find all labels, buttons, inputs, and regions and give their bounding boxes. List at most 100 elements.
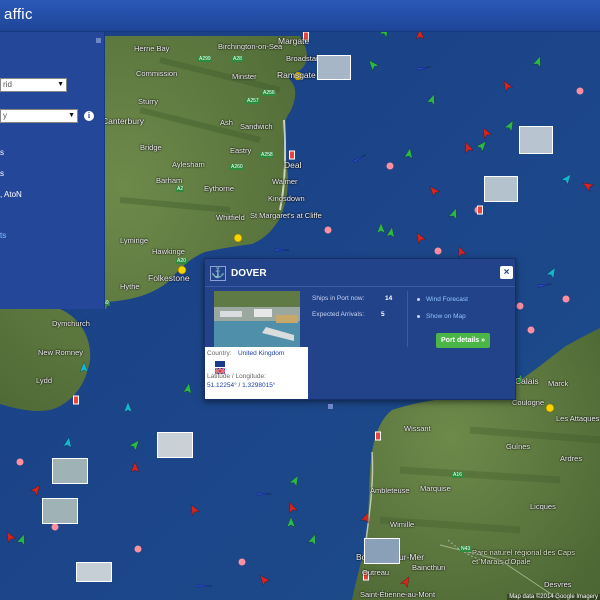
- chevron-down-icon: ▼: [57, 81, 64, 88]
- port-location-card: Country: United Kingdom Latitude / Longi…: [205, 347, 308, 399]
- buoy-marker[interactable]: [134, 545, 142, 553]
- ship-photo-thumbnail[interactable]: [52, 458, 88, 484]
- filter-select[interactable]: y ▼: [0, 109, 78, 123]
- uk-flag-icon: [214, 361, 226, 375]
- town-label: Ash: [220, 118, 233, 127]
- filter-item[interactable]: , AtoN: [0, 190, 22, 199]
- filter-select-value: y: [3, 111, 7, 120]
- ship-photo-thumbnail[interactable]: [519, 126, 553, 154]
- road-label: A2: [176, 186, 185, 192]
- port-details-button[interactable]: Port details »: [436, 333, 490, 348]
- close-button[interactable]: ×: [500, 266, 513, 279]
- show-on-map-link[interactable]: Show on Map: [426, 313, 466, 320]
- town-label: Saint-Étienne-au-Mont: [360, 590, 436, 599]
- town-label: Desvres: [544, 580, 572, 589]
- buoy-marker[interactable]: [51, 523, 59, 531]
- info-icon[interactable]: i: [84, 111, 94, 121]
- buoy-marker[interactable]: [324, 226, 332, 234]
- buoy-marker[interactable]: [434, 247, 442, 255]
- popup-header: ⚓ DOVER ×: [205, 259, 515, 287]
- town-label: Herne Bay: [134, 44, 170, 53]
- ship-photo-thumbnail[interactable]: [484, 176, 518, 202]
- lighthouse-marker[interactable]: [73, 395, 79, 405]
- town-label: Whitfield: [216, 213, 245, 222]
- town-label: Les Attaques: [556, 414, 600, 423]
- town-label: Sandwich: [240, 122, 273, 131]
- town-label: Marquise: [420, 484, 451, 493]
- layer-select-value: rid: [3, 80, 12, 89]
- town-label: Lyminge: [120, 236, 149, 245]
- road-label: A257: [246, 98, 260, 104]
- town-label: Barham: [156, 176, 183, 185]
- town-label: New Romney: [38, 348, 84, 357]
- town-label: Sturry: [138, 97, 159, 106]
- town-label: Minster: [232, 72, 257, 81]
- country-label: Country:: [207, 350, 232, 357]
- map-copyright: Map data ©2014 Google Imagery: [507, 594, 600, 600]
- buoy-marker[interactable]: [562, 295, 570, 303]
- buoy-marker[interactable]: [576, 87, 584, 95]
- ship-photo-thumbnail[interactable]: [76, 562, 112, 582]
- filter-item[interactable]: s: [0, 148, 4, 157]
- town-label: Birchington-on-Sea: [218, 42, 283, 51]
- town-label: Lydd: [36, 376, 52, 385]
- town-label: Ambleteuse: [370, 486, 410, 495]
- panel-collapse-icon[interactable]: [96, 38, 101, 43]
- town-label: Coulogne: [512, 398, 545, 407]
- town-label: Eythorne: [204, 184, 235, 193]
- buoy-marker[interactable]: [238, 558, 246, 566]
- buoy-marker[interactable]: [527, 326, 535, 334]
- town-label: Walmer: [272, 177, 298, 186]
- app-title: affic: [4, 6, 33, 23]
- town-label: Deal: [284, 160, 302, 170]
- filter-item[interactable]: s: [0, 169, 4, 178]
- popup-anchor-marker: [328, 404, 333, 409]
- bullet-icon: [417, 298, 420, 301]
- town-label: Canterbury: [102, 116, 145, 126]
- town-label: Baincthun: [412, 563, 446, 572]
- road-label: A260: [230, 164, 244, 170]
- latlon-label: Latitude / Longitude:: [207, 373, 266, 380]
- app-header: affic: [0, 0, 600, 32]
- ship-photo-thumbnail[interactable]: [317, 55, 351, 80]
- chevron-down-icon: ▼: [68, 112, 75, 119]
- port-marker[interactable]: [233, 233, 243, 243]
- town-label: Outreau: [362, 568, 390, 577]
- port-photo[interactable]: [214, 291, 300, 347]
- road-label: A16: [452, 472, 463, 478]
- town-label: Dymchurch: [52, 319, 90, 328]
- expected-arrivals-value: 5: [381, 311, 385, 318]
- road-label: A28: [232, 56, 243, 62]
- ship-photo-thumbnail[interactable]: [42, 498, 78, 524]
- ship-photo-thumbnail[interactable]: [157, 432, 193, 458]
- town-label: Wissant: [404, 424, 431, 433]
- layer-select[interactable]: rid ▼: [0, 78, 67, 92]
- buoy-marker[interactable]: [516, 302, 524, 310]
- filter-link[interactable]: ts: [0, 231, 6, 240]
- ship-photo-thumbnail[interactable]: [364, 538, 400, 564]
- latlon-value: 51.12254° / 1.3298015°: [207, 382, 276, 389]
- town-label: Folkestone: [148, 273, 190, 283]
- port-marker[interactable]: [545, 403, 555, 413]
- buoy-marker[interactable]: [16, 458, 24, 466]
- town-label: Hythe: [120, 282, 140, 291]
- town-label: Bridge: [140, 143, 162, 152]
- town-label: Ardres: [560, 454, 583, 463]
- expected-arrivals-label: Expected Arrivals:: [312, 311, 365, 318]
- lighthouse-marker[interactable]: [477, 205, 483, 215]
- town-label: Commission: [136, 69, 178, 78]
- country-value[interactable]: United Kingdom: [238, 350, 284, 357]
- town-label: Calais: [515, 376, 539, 386]
- popup-divider: [407, 291, 408, 347]
- lighthouse-marker[interactable]: [375, 431, 381, 441]
- town-label: Kingsdown: [268, 194, 305, 203]
- road-label: A20: [176, 258, 187, 264]
- town-label: St Margaret's at Cliffe: [250, 211, 322, 220]
- road-label: N43: [460, 546, 472, 552]
- town-label: Wimille: [390, 520, 415, 529]
- town-label: Margate: [278, 36, 310, 46]
- wind-forecast-link[interactable]: Wind Forecast: [426, 296, 468, 303]
- buoy-marker[interactable]: [386, 162, 394, 170]
- town-label: Ramsgate: [277, 70, 316, 80]
- lighthouse-marker[interactable]: [289, 150, 295, 160]
